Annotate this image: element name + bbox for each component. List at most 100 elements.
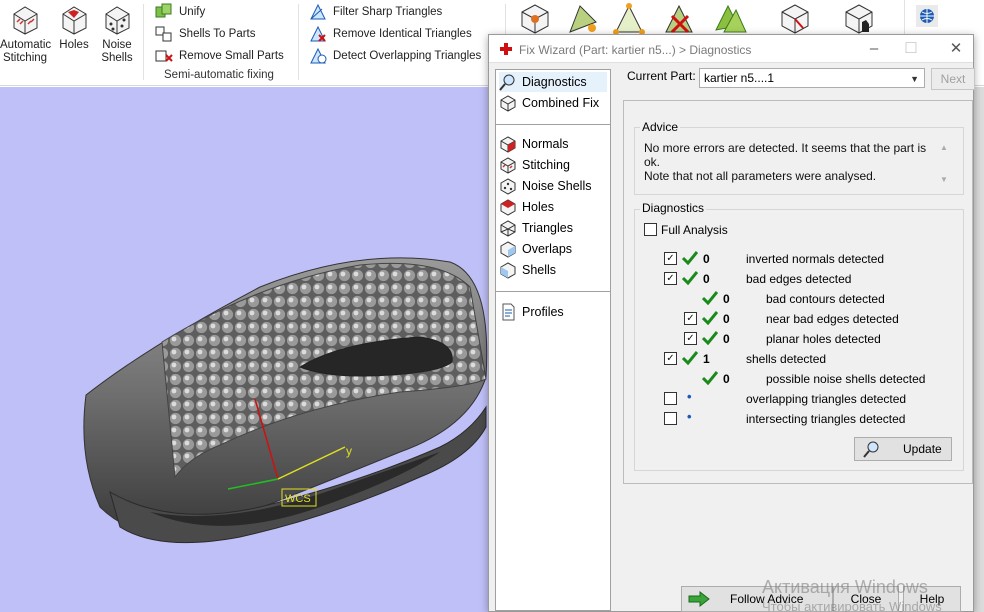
ring-model: y WCS bbox=[83, 257, 488, 544]
close-window-icon[interactable]: ✕ bbox=[946, 39, 966, 59]
nav-separator bbox=[496, 124, 610, 125]
cube-hand-icon[interactable] bbox=[842, 2, 876, 36]
bad-edges-checkbox[interactable]: ✓ bbox=[664, 272, 677, 285]
dialog-title: Fix Wizard (Part: kartier n5...) > Diagn… bbox=[519, 43, 752, 57]
diagnostics-panel: Advice No more errors are detected. It s… bbox=[623, 100, 973, 484]
update-button[interactable]: Update bbox=[854, 437, 952, 461]
filter-sharp-triangles-label: Filter Sharp Triangles bbox=[333, 6, 443, 18]
nav-shells-label: Shells bbox=[522, 263, 557, 277]
magnifier-icon bbox=[499, 74, 515, 91]
red-cross-icon bbox=[500, 43, 512, 55]
detect-overlapping-triangles-button[interactable]: Detect Overlapping Triangles bbox=[308, 47, 481, 65]
nav-combined-fix[interactable]: Combined Fix bbox=[499, 93, 607, 113]
green-check-icon bbox=[682, 271, 698, 285]
filter-sharp-triangles-button[interactable]: Filter Sharp Triangles bbox=[308, 3, 442, 21]
globe-icon[interactable] bbox=[916, 5, 938, 27]
remove-small-parts-icon bbox=[155, 50, 173, 62]
nav-separator bbox=[496, 291, 610, 292]
row-text: near bad edges detected bbox=[766, 312, 899, 326]
row-count: 0 bbox=[723, 332, 730, 346]
remove-small-parts-button[interactable]: Remove Small Parts bbox=[154, 47, 284, 65]
nav-stitching-label: Stitching bbox=[522, 158, 570, 172]
fix-wizard-dialog: Fix Wizard (Part: kartier n5...) > Diagn… bbox=[488, 34, 975, 612]
nav-profiles[interactable]: Profiles bbox=[499, 302, 607, 322]
holes-button[interactable]: Holes bbox=[56, 2, 92, 52]
row-count: 0 bbox=[723, 372, 730, 386]
ribbon-group-label: Semi-automatic fixing bbox=[164, 69, 274, 81]
green-check-icon bbox=[702, 311, 718, 325]
nav-holes[interactable]: Holes bbox=[499, 197, 607, 217]
ribbon-separator bbox=[298, 4, 299, 80]
noise-shells-small-icon bbox=[500, 178, 516, 195]
planar-holes-checkbox[interactable]: ✓ bbox=[684, 332, 697, 345]
row-text: intersecting triangles detected bbox=[746, 412, 906, 426]
nav-overlaps[interactable]: Overlaps bbox=[499, 239, 607, 259]
nav-noise-shells[interactable]: Noise Shells bbox=[499, 176, 607, 196]
shells-to-parts-button[interactable]: Shells To Parts bbox=[154, 25, 256, 43]
mesh-tool-icon[interactable] bbox=[518, 2, 552, 36]
full-analysis-checkbox[interactable] bbox=[644, 223, 657, 236]
triangle-edit-icon[interactable] bbox=[566, 2, 600, 36]
row-count: 0 bbox=[723, 312, 730, 326]
triangle-vertex-icon[interactable] bbox=[612, 2, 646, 36]
nav-holes-label: Holes bbox=[522, 200, 554, 214]
nav-shells[interactable]: Shells bbox=[499, 260, 607, 280]
nav-normals[interactable]: Normals bbox=[499, 134, 607, 154]
current-part-dropdown[interactable]: kartier n5....1 ▼ bbox=[699, 68, 925, 88]
diagnostics-group-label: Diagnostics bbox=[640, 201, 707, 215]
remove-identical-triangles-button[interactable]: Remove Identical Triangles bbox=[308, 25, 472, 43]
normals-icon bbox=[500, 136, 516, 153]
maximize-icon[interactable]: ☐ bbox=[901, 39, 921, 59]
minimize-icon[interactable]: – bbox=[864, 39, 884, 59]
noise-shells-icon bbox=[105, 6, 130, 35]
overlapping-triangles-icon bbox=[310, 47, 327, 64]
unify-button[interactable]: Unify bbox=[154, 3, 205, 21]
automatic-stitching-button[interactable]: Automatic Stitching bbox=[0, 2, 51, 65]
cube-axes-icon[interactable] bbox=[778, 2, 812, 36]
near-bad-edges-checkbox[interactable]: ✓ bbox=[684, 312, 697, 325]
holes-icon bbox=[62, 6, 87, 35]
green-triangles-icon[interactable] bbox=[714, 2, 748, 36]
identical-triangles-icon bbox=[310, 25, 326, 42]
row-text: bad edges detected bbox=[746, 272, 852, 286]
axis-y-label: y bbox=[346, 444, 352, 458]
next-button[interactable]: Next bbox=[931, 68, 975, 90]
arrow-right-icon bbox=[688, 591, 710, 607]
row-count: 0 bbox=[703, 272, 710, 286]
nav-triangles[interactable]: Triangles bbox=[499, 218, 607, 238]
current-part-value: kartier n5....1 bbox=[704, 71, 775, 85]
3d-viewport[interactable]: y WCS bbox=[0, 87, 492, 612]
scroll-up-icon[interactable]: ▲ bbox=[940, 143, 948, 152]
holes-label: Holes bbox=[59, 39, 89, 51]
inverted-normals-checkbox[interactable]: ✓ bbox=[664, 252, 677, 265]
full-analysis-label: Full Analysis bbox=[661, 223, 728, 237]
ribbon-separator bbox=[904, 0, 905, 34]
nav-diagnostics[interactable]: Diagnostics bbox=[499, 72, 607, 92]
green-check-icon bbox=[682, 251, 698, 265]
full-analysis-checkbox-row[interactable]: Full Analysis bbox=[644, 221, 844, 239]
windows-activation-watermark: Активация Windows bbox=[762, 577, 928, 597]
row-count: 1 bbox=[703, 352, 710, 366]
dialog-titlebar[interactable]: Fix Wizard (Part: kartier n5...) > Diagn… bbox=[489, 35, 973, 63]
shells-to-parts-icon bbox=[155, 26, 172, 42]
shells-checkbox[interactable]: ✓ bbox=[664, 352, 677, 365]
stitching-small-icon bbox=[500, 157, 516, 174]
wcs-label: WCS bbox=[285, 493, 311, 505]
triangles-small-icon bbox=[500, 220, 516, 237]
row-text: possible noise shells detected bbox=[766, 372, 926, 386]
scroll-down-icon[interactable]: ▼ bbox=[940, 175, 948, 184]
row-text: bad contours detected bbox=[766, 292, 885, 306]
green-check-icon bbox=[702, 371, 718, 385]
noise-shells-button[interactable]: Noise Shells bbox=[98, 2, 136, 65]
row-count: 0 bbox=[723, 292, 730, 306]
nav-combined-fix-label: Combined Fix bbox=[522, 96, 600, 110]
nav-stitching[interactable]: Stitching bbox=[499, 155, 607, 175]
shells-to-parts-label: Shells To Parts bbox=[179, 28, 256, 40]
intersecting-triangles-checkbox[interactable] bbox=[664, 412, 677, 425]
update-label: Update bbox=[903, 442, 942, 456]
remove-small-parts-label: Remove Small Parts bbox=[179, 50, 284, 62]
delete-triangle-icon[interactable] bbox=[662, 2, 696, 36]
overlapping-triangles-checkbox[interactable] bbox=[664, 392, 677, 405]
shells-small-icon bbox=[500, 262, 516, 279]
current-part-label: Current Part: bbox=[627, 69, 696, 83]
